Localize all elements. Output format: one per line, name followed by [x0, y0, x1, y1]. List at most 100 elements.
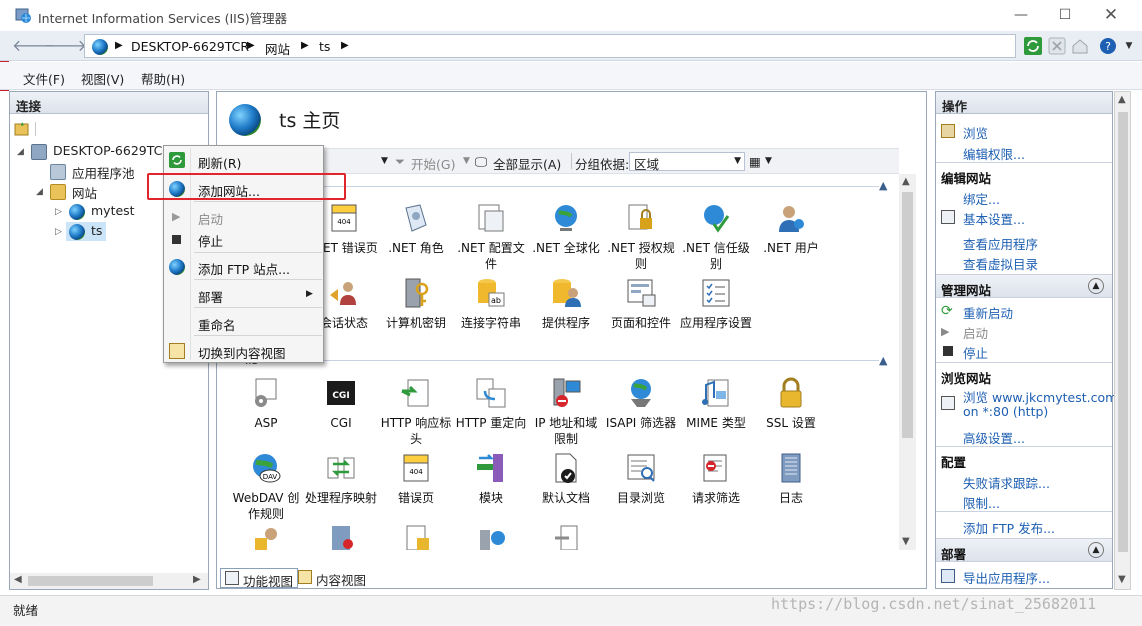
scroll-right-icon[interactable]: ▶	[193, 574, 201, 585]
scroll-down-icon[interactable]: ▼	[902, 536, 910, 547]
feature-app-settings[interactable]: 应用程序设置	[679, 277, 753, 331]
filter-dropdown-icon[interactable]: ▼	[381, 156, 388, 166]
new-connection-icon[interactable]	[14, 121, 30, 137]
expand-icon[interactable]: ▷	[55, 227, 62, 237]
horizontal-scrollbar[interactable]: ◀ ▶	[10, 573, 208, 589]
scroll-thumb[interactable]	[1118, 112, 1128, 552]
chevron-right-icon[interactable]: ▶	[301, 40, 309, 51]
feature-handler-mappings[interactable]: 处理程序映射	[304, 452, 378, 506]
help-dropdown-icon[interactable]: ▼	[1118, 37, 1140, 55]
collapse-section-icon[interactable]: ▲	[879, 179, 887, 192]
chevron-right-icon[interactable]: ▶	[247, 40, 255, 51]
feature-isapi-filters[interactable]: ISAPI 筛选器	[604, 377, 678, 431]
feature-providers[interactable]: 提供程序	[529, 277, 603, 331]
menu-deploy[interactable]: 部署	[198, 287, 223, 306]
start-dropdown-icon[interactable]: ▼	[463, 156, 470, 166]
action-export-app[interactable]: 导出应用程序...	[963, 568, 1050, 587]
scroll-thumb[interactable]	[902, 192, 913, 438]
action-view-virtual-dirs[interactable]: 查看虚拟目录	[963, 254, 1038, 273]
refresh-icon[interactable]	[1024, 37, 1042, 55]
feature-net-authorization[interactable]: .NET 授权规则	[604, 202, 678, 272]
help-icon[interactable]: ?	[1099, 37, 1117, 55]
feature-default-document[interactable]: 默认文档	[529, 452, 603, 506]
home-icon[interactable]	[1071, 37, 1089, 55]
feature-request-filtering[interactable]: 请求筛选	[679, 452, 753, 506]
scroll-up-icon[interactable]: ▲	[1118, 94, 1126, 105]
collapse-section-icon[interactable]: ▲	[1088, 542, 1104, 558]
feature-machine-key[interactable]: 计算机密钥	[379, 277, 453, 331]
tree-site-ts[interactable]: ts	[91, 223, 102, 238]
feature-asp[interactable]: ASP	[229, 377, 303, 431]
tree-site-mytest[interactable]: mytest	[91, 203, 135, 218]
show-all-button[interactable]: 全部显示(A)	[493, 154, 561, 173]
menu-file[interactable]: 文件(F)	[23, 69, 65, 88]
back-arrow-icon[interactable]: 🡐	[12, 37, 55, 55]
crumb-sites[interactable]: 网站	[265, 39, 290, 58]
collapse-section-icon[interactable]: ▲	[879, 354, 887, 367]
menu-start[interactable]: 启动	[198, 209, 223, 228]
feature-modules[interactable]: 模块	[454, 452, 528, 506]
action-advanced-settings[interactable]: 高级设置...	[963, 428, 1025, 447]
close-icon[interactable]: ✕	[1096, 4, 1126, 26]
feature-webdav[interactable]: DAV WebDAV 创作规则	[229, 452, 303, 522]
view-mode-dropdown-icon[interactable]: ▼	[765, 156, 772, 166]
action-add-ftp-publish[interactable]: 添加 FTP 发布...	[963, 518, 1055, 537]
scroll-thumb[interactable]	[28, 576, 153, 586]
feature-mime-types[interactable]: MIME 类型	[679, 377, 753, 431]
collapse-icon[interactable]: ◢	[17, 147, 24, 157]
action-basic-settings[interactable]: 基本设置...	[963, 209, 1025, 228]
minimize-icon[interactable]: —	[1006, 4, 1036, 26]
stop-icon[interactable]	[1048, 37, 1066, 55]
feature-ip-restrictions[interactable]: IP 地址和域限制	[529, 377, 603, 447]
action-stop[interactable]: 停止	[963, 343, 988, 362]
menu-help[interactable]: 帮助(H)	[141, 69, 185, 88]
action-restart[interactable]: 重新启动	[963, 303, 1013, 322]
chevron-right-icon[interactable]: ▶	[115, 40, 123, 51]
action-failed-request-tracing[interactable]: 失败请求跟踪...	[963, 473, 1050, 492]
scroll-left-icon[interactable]: ◀	[14, 574, 22, 585]
collapse-section-icon[interactable]: ▲	[1088, 278, 1104, 294]
address-box[interactable]: ▶ DESKTOP-6629TCR ▶ 网站 ▶ ts ▶	[84, 34, 1016, 58]
action-view-applications[interactable]: 查看应用程序	[963, 234, 1038, 253]
maximize-icon[interactable]: ☐	[1050, 4, 1080, 26]
action-start[interactable]: 启动	[963, 323, 988, 342]
feature-directory-browsing[interactable]: 目录浏览	[604, 452, 678, 506]
action-browse[interactable]: 浏览	[963, 123, 988, 142]
feature-cgi[interactable]: CGI CGI	[304, 377, 378, 431]
expand-icon[interactable]: ▷	[55, 207, 62, 217]
scroll-up-icon[interactable]: ▲	[902, 176, 910, 187]
collapse-icon[interactable]: ◢	[36, 187, 43, 197]
feature-connection-strings[interactable]: ab 连接字符串	[454, 277, 528, 331]
menu-switch-content-view[interactable]: 切换到内容视图	[198, 343, 286, 362]
feature-net-globalization[interactable]: .NET 全球化	[529, 202, 603, 256]
feature-http-redirect[interactable]: HTTP 重定向	[454, 377, 528, 431]
feature-logging[interactable]: 日志	[754, 452, 828, 506]
action-bindings[interactable]: 绑定...	[963, 189, 1000, 208]
start-filter-button[interactable]: 开始(G)	[411, 154, 455, 173]
action-browse-port[interactable]: on *:80 (http)	[963, 404, 1048, 419]
feature-ssl-settings[interactable]: SSL 设置	[754, 377, 828, 431]
action-limits[interactable]: 限制...	[963, 493, 1000, 512]
chevron-right-icon[interactable]: ▶	[341, 40, 349, 51]
crumb-ts[interactable]: ts	[319, 39, 330, 54]
tree-sites[interactable]: 网站	[72, 183, 97, 202]
crumb-server[interactable]: DESKTOP-6629TCR	[131, 39, 249, 54]
menu-rename[interactable]: 重命名	[198, 315, 236, 334]
feature-net-roles[interactable]: .NET 角色	[379, 202, 453, 256]
group-by-select[interactable]: 区域 ▼	[629, 152, 745, 172]
feature-error-pages[interactable]: 404 错误页	[379, 452, 453, 506]
tab-features-view[interactable]: 功能视图	[220, 568, 299, 589]
forward-arrow-icon[interactable]: 🡒	[44, 37, 87, 55]
feature-net-profile[interactable]: .NET 配置文件	[454, 202, 528, 272]
feature-pages-controls[interactable]: 页面和控件	[604, 277, 678, 331]
view-mode-icon[interactable]: ▦	[749, 154, 761, 169]
action-import-app[interactable]: 导入应用程序...	[963, 586, 1050, 590]
menu-view[interactable]: 视图(V)	[81, 69, 124, 88]
feature-net-users[interactable]: .NET 用户	[754, 202, 828, 256]
action-edit-permissions[interactable]: 编辑权限...	[963, 144, 1025, 163]
actions-scrollbar[interactable]: ▲ ▼	[1114, 91, 1131, 590]
menu-stop[interactable]: 停止	[198, 231, 223, 250]
menu-refresh[interactable]: 刷新(R)	[198, 153, 241, 172]
tab-content-view[interactable]: 内容视图	[294, 568, 370, 588]
tree-app-pool[interactable]: 应用程序池	[72, 163, 135, 182]
